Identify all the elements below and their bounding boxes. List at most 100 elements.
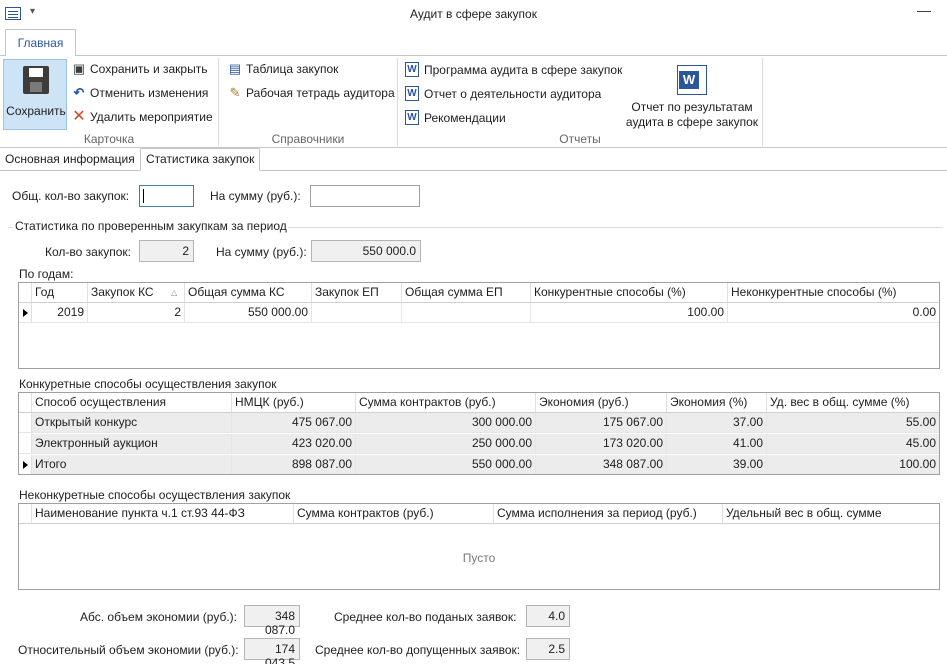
column-header[interactable]: Закупок КС △ — [88, 283, 185, 303]
workbook-icon: ✎ — [229, 85, 241, 100]
by-years-grid[interactable]: Год Закупок КС △ Общая сумма КС Закупок Е… — [18, 282, 940, 369]
title-bar: ▾ Аудит в сфере закупок — — [0, 0, 947, 28]
total-count-label: Общ. кол-во закупок: — [12, 189, 130, 203]
cell-method[interactable]: Открытый конкурс — [32, 413, 232, 433]
avg-submitted-label: Среднее кол-во поданых заявок: — [334, 610, 517, 624]
competitive-title: Конкуретные способы осуществления закупо… — [19, 377, 277, 391]
column-header[interactable]: Год — [32, 283, 88, 303]
grid-header-row: Наименование пункта ч.1 ст.93 44-ФЗ Сумм… — [19, 504, 939, 524]
noncompetitive-grid[interactable]: Наименование пункта ч.1 ст.93 44-ФЗ Сумм… — [18, 503, 940, 590]
save-close-icon: ▣ — [72, 61, 86, 76]
text-caret — [143, 189, 144, 203]
window-title: Аудит в сфере закупок — [410, 7, 537, 21]
column-header[interactable]: Способ осуществления — [32, 393, 232, 413]
competitive-grid[interactable]: Способ осуществления НМЦК (руб.) Сумма к… — [18, 392, 940, 475]
delete-x-icon: ✕ — [72, 108, 86, 125]
column-header[interactable]: Наименование пункта ч.1 ст.93 44-ФЗ — [32, 504, 294, 524]
cell-savings-pct[interactable]: 37.00 — [667, 413, 767, 433]
avg-admitted-field: 2.5 — [526, 638, 570, 660]
results-report-label-1: Отчет по результатам — [631, 100, 753, 114]
cell-savings[interactable]: 173 020.00 — [536, 434, 667, 454]
ribbon: Сохранить ▣ Сохранить и закрыть ↶ Отмени… — [0, 55, 947, 148]
abs-econ-label: Абс. объем экономии (руб.): — [80, 610, 237, 624]
group-divider — [288, 227, 943, 228]
column-header[interactable]: Закупок ЕП — [312, 283, 402, 303]
ribbon-separator — [762, 58, 763, 146]
cell-noncompetitive-pct[interactable]: 0.00 — [728, 303, 939, 323]
total-count-input[interactable] — [139, 185, 194, 207]
column-header[interactable]: Общая сумма ЕП — [402, 283, 531, 303]
cell-contract-sum[interactable]: 300 000.00 — [356, 413, 536, 433]
auditor-workbook-label: Рабочая тетрадь аудитора — [246, 86, 395, 100]
rel-econ-field: 174 043.5 — [244, 638, 300, 664]
cell-savings-pct[interactable]: 39.00 — [667, 455, 767, 474]
avg-admitted-label: Среднее кол-во допущенных заявок: — [315, 643, 521, 657]
results-report-label-2: аудита в сфере закупок — [625, 115, 759, 129]
delete-event-label: Удалить мероприятие — [90, 110, 213, 124]
cell-weight-pct[interactable]: 45.00 — [767, 434, 939, 454]
current-row-icon — [19, 303, 32, 323]
checked-count-label: Кол-во закупок: — [45, 245, 131, 259]
column-header[interactable]: Общая сумма КС — [185, 283, 312, 303]
table-row[interactable]: Электронный аукцион 423 020.00 250 000.0… — [19, 434, 939, 454]
tab-main-info[interactable]: Основная информация — [0, 149, 140, 171]
column-header[interactable]: Уд. вес в общ. сумме (%) — [767, 393, 939, 413]
cell-method[interactable]: Итого — [32, 455, 232, 474]
table-row[interactable]: 2019 2 550 000.00 100.00 0.00 — [19, 303, 939, 323]
total-sum-label: На сумму (руб.): — [210, 189, 301, 203]
by-years-title: По годам: — [19, 267, 74, 281]
rel-econ-label: Относительный объем экономии (руб.): — [18, 643, 239, 657]
cell-ks-count[interactable]: 2 — [88, 303, 185, 323]
table-row[interactable]: Открытый конкурс 475 067.00 300 000.00 1… — [19, 413, 939, 433]
save-button-label: Сохранить — [6, 104, 66, 118]
save-button[interactable]: Сохранить — [3, 59, 67, 130]
cell-ks-sum[interactable]: 550 000.00 — [185, 303, 312, 323]
ribbon-tab-home[interactable]: Главная — [5, 29, 76, 56]
grid-header-row: Год Закупок КС △ Общая сумма КС Закупок Е… — [19, 283, 939, 303]
cell-contract-sum[interactable]: 550 000.00 — [356, 455, 536, 474]
column-header[interactable]: НМЦК (руб.) — [232, 393, 356, 413]
undo-icon: ↶ — [73, 85, 85, 100]
cell-ep-sum[interactable] — [402, 303, 531, 323]
column-header[interactable]: Сумма контрактов (руб.) — [294, 504, 494, 524]
column-header[interactable]: Экономия (%) — [667, 393, 767, 413]
noncompetitive-title: Неконкуретные способы осуществления заку… — [19, 488, 291, 502]
cell-savings[interactable]: 348 087.00 — [536, 455, 667, 474]
column-header[interactable]: Удельный вес в общ. сумме — [723, 504, 939, 524]
checked-sum-field: 550 000.0 — [311, 240, 421, 262]
column-header[interactable]: Сумма контрактов (руб.) — [356, 393, 536, 413]
grid-header-row: Способ осуществления НМЦК (руб.) Сумма к… — [19, 393, 939, 413]
column-header[interactable]: Неконкурентные способы (%) — [728, 283, 939, 303]
total-sum-input[interactable] — [310, 185, 420, 207]
audit-program-label: Программа аудита в сфере закупок — [424, 63, 623, 77]
table-icon: ▤ — [228, 61, 242, 76]
group-title-references: Справочники — [271, 132, 345, 146]
purchase-table-label: Таблица закупок — [246, 62, 339, 76]
cell-nmck[interactable]: 475 067.00 — [232, 413, 356, 433]
floppy-disk-icon — [23, 66, 49, 94]
column-header[interactable]: Сумма исполнения за период (руб.) — [494, 504, 723, 524]
cell-savings-pct[interactable]: 41.00 — [667, 434, 767, 454]
recommendations-label: Рекомендации — [424, 111, 506, 125]
word-doc-icon: W — [405, 86, 419, 101]
minimize-icon[interactable]: — — [917, 2, 931, 18]
cell-competitive-pct[interactable]: 100.00 — [531, 303, 728, 323]
table-row[interactable]: Итого 898 087.00 550 000.00 348 087.00 3… — [19, 455, 939, 474]
group-divider — [8, 227, 13, 228]
tab-purchase-stats[interactable]: Статистика закупок — [140, 148, 261, 171]
cell-contract-sum[interactable]: 250 000.00 — [356, 434, 536, 454]
cell-weight-pct[interactable]: 55.00 — [767, 413, 939, 433]
avg-submitted-field: 4.0 — [526, 605, 570, 627]
cell-savings[interactable]: 175 067.00 — [536, 413, 667, 433]
results-report-button[interactable]: W Отчет по результатам аудита в сфере за… — [624, 58, 760, 130]
save-close-label: Сохранить и закрыть — [90, 62, 208, 76]
cell-nmck[interactable]: 898 087.00 — [232, 455, 356, 474]
cell-year[interactable]: 2019 — [32, 303, 88, 323]
column-header[interactable]: Конкурентные способы (%) — [531, 283, 728, 303]
cell-nmck[interactable]: 423 020.00 — [232, 434, 356, 454]
cell-method[interactable]: Электронный аукцион — [32, 434, 232, 454]
cell-ep-count[interactable] — [312, 303, 402, 323]
column-header[interactable]: Экономия (руб.) — [536, 393, 667, 413]
group-title-reports: Отчеты — [559, 132, 601, 146]
cell-weight-pct[interactable]: 100.00 — [767, 455, 939, 474]
